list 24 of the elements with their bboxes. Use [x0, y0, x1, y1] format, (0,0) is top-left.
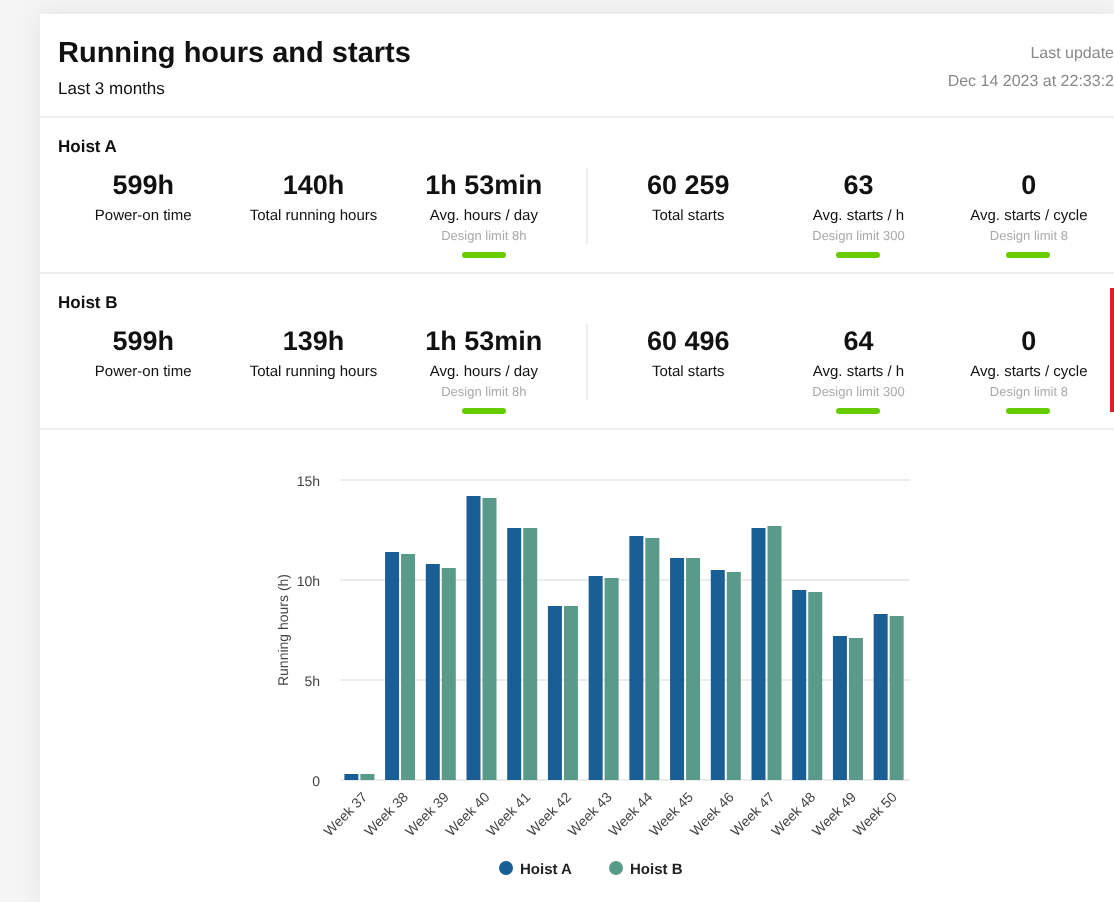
metric-value: 140h [282, 168, 345, 204]
metric-value: 60 496 [646, 324, 730, 360]
status-bar [461, 252, 506, 258]
metric-value: 1h 53min [425, 324, 543, 360]
metric-value: 60 259 [646, 168, 730, 204]
metric-value: 0 [1021, 168, 1037, 204]
metric-value: 599h [112, 324, 174, 360]
metric-value: 599h [112, 168, 174, 204]
card-title: Running hours and starts [58, 38, 411, 70]
status-bar [836, 252, 881, 258]
last-updated-time: Dec 14 2023 at 22:33:2 [947, 70, 1114, 94]
metric-value: 63 [843, 168, 874, 204]
hoist-name: Hoist A [58, 136, 119, 156]
hoist-name: Hoist B [58, 292, 120, 312]
status-bar [1006, 252, 1051, 258]
last-updated-label: Last update [1028, 42, 1114, 66]
metric-value: 0 [1021, 324, 1037, 360]
card-subtitle: Last 3 months [58, 78, 167, 98]
status-bar [836, 408, 881, 414]
metric-value: 139h [282, 324, 345, 360]
metric-value: 1h 53min [425, 168, 543, 204]
status-bar [461, 408, 506, 414]
status-bar [1006, 408, 1051, 414]
metric-value: 64 [843, 324, 874, 360]
